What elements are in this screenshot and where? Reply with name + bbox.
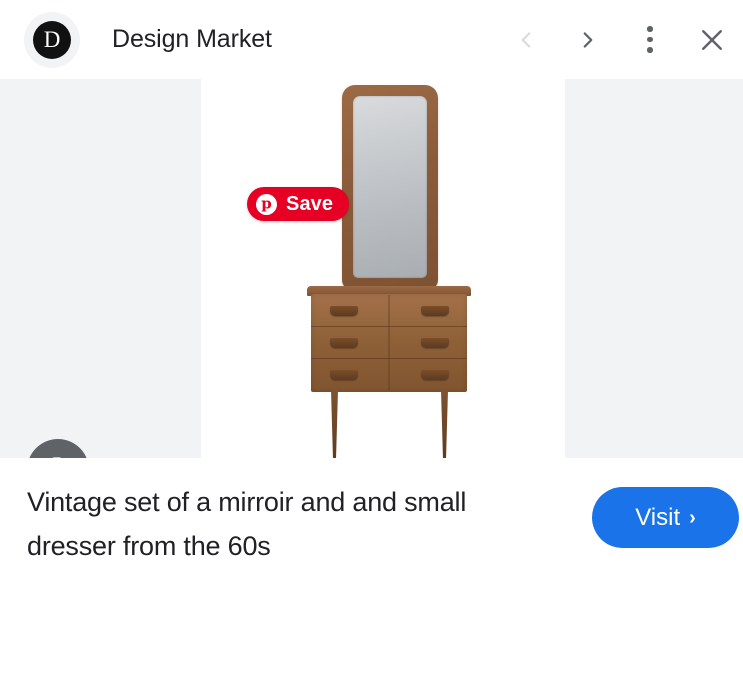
mirror-glass	[353, 96, 427, 278]
overflow-menu-icon	[647, 26, 653, 53]
dresser-graphic	[305, 286, 473, 458]
viewer-header: D Design Market	[0, 0, 743, 79]
save-button-label: Save	[286, 192, 334, 215]
site-title: Design Market	[112, 25, 272, 53]
dresser-leg	[441, 390, 448, 458]
chevron-right-icon: ›	[689, 506, 696, 529]
drawer-handle	[421, 306, 449, 316]
google-lens-button[interactable]	[27, 439, 89, 458]
visit-site-button[interactable]: Visit ›	[592, 487, 739, 548]
pinterest-save-button[interactable]: p Save	[247, 187, 350, 221]
close-button[interactable]	[681, 9, 743, 71]
dresser-body	[311, 294, 467, 392]
drawer-handle	[421, 338, 449, 348]
page-title: Vintage set of a mirroir and and small d…	[27, 487, 467, 561]
mirror-graphic	[342, 85, 438, 290]
chevron-left-icon	[513, 27, 539, 53]
drawer-handle	[330, 338, 358, 348]
previous-image-button[interactable]	[495, 9, 557, 71]
drawer-handle	[330, 370, 358, 380]
pinterest-glyph: p	[261, 194, 272, 212]
drawer-handle	[330, 306, 358, 316]
chevron-right-icon	[575, 27, 601, 53]
next-image-button[interactable]	[557, 9, 619, 71]
more-options-button[interactable]	[619, 9, 681, 71]
close-icon	[697, 25, 727, 55]
favicon-circle: D	[33, 20, 71, 59]
image-viewer-overlay: D Design Market p Save Vintage set of a …	[0, 0, 743, 694]
drawer-handle	[421, 370, 449, 380]
pinterest-icon: p	[256, 193, 277, 215]
product-image[interactable]	[201, 79, 565, 458]
site-avatar: D	[24, 11, 80, 68]
image-stage: p Save 800 × 800	[0, 79, 743, 458]
dresser-seam	[388, 295, 390, 391]
favicon-letter: D	[43, 27, 61, 52]
visit-label: Visit	[635, 503, 681, 531]
dresser-leg	[331, 390, 338, 458]
header-actions	[495, 0, 743, 79]
